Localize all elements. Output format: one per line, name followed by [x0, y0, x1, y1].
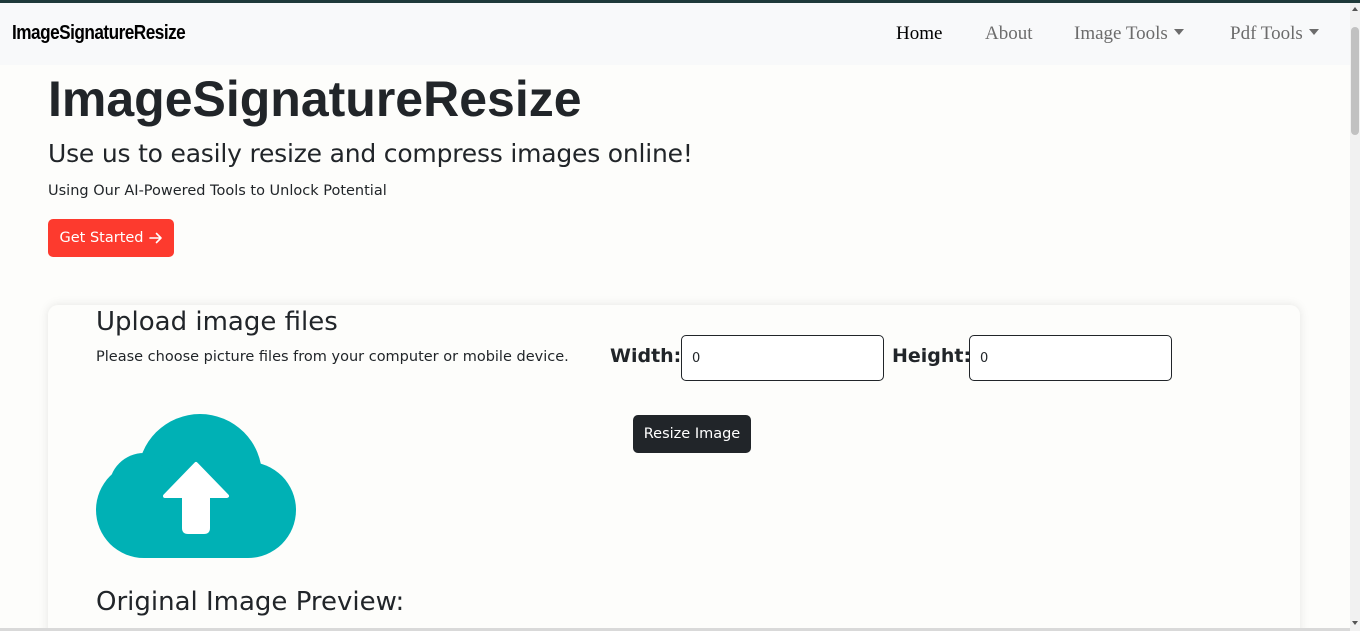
hero-text: Using Our AI-Powered Tools to Unlock Pot…	[48, 183, 387, 199]
hero-subtitle: Use us to easily resize and compress ima…	[48, 139, 693, 168]
scroll-up-arrow-icon[interactable]	[1352, 7, 1358, 11]
get-started-button[interactable]: Get Started	[48, 219, 174, 257]
height-label: Height:	[892, 345, 972, 367]
nav-pdf-tools[interactable]: Pdf Tools	[1230, 23, 1319, 45]
caret-down-icon	[1173, 29, 1184, 35]
caret-down-icon	[1308, 29, 1319, 35]
arrow-right-icon	[148, 232, 162, 244]
scrollbar-thumb[interactable]	[1351, 27, 1359, 135]
cloud-upload-icon[interactable]	[96, 412, 296, 559]
resize-image-button[interactable]: Resize Image	[633, 415, 751, 453]
nav-home[interactable]: Home	[896, 23, 942, 45]
upload-title: Upload image files	[96, 307, 338, 337]
width-input[interactable]	[681, 335, 884, 381]
hero-title: ImageSignatureResize	[48, 71, 582, 127]
nav-pdf-tools-label: Pdf Tools	[1230, 23, 1303, 44]
nav-image-tools-label: Image Tools	[1074, 23, 1168, 44]
nav-about[interactable]: About	[985, 23, 1033, 45]
upload-description: Please choose picture files from your co…	[96, 349, 569, 365]
width-label: Width:	[610, 345, 682, 367]
scrollbar[interactable]	[1350, 3, 1360, 631]
height-input[interactable]	[969, 335, 1172, 381]
nav-image-tools[interactable]: Image Tools	[1074, 23, 1184, 45]
brand-logo[interactable]: ImageSignatureResize	[12, 22, 186, 45]
preview-title: Original Image Preview:	[96, 587, 405, 617]
navbar: ImageSignatureResize Home About Image To…	[0, 3, 1350, 65]
scroll-down-arrow-icon[interactable]	[1352, 621, 1358, 625]
get-started-label: Get Started	[59, 230, 144, 246]
